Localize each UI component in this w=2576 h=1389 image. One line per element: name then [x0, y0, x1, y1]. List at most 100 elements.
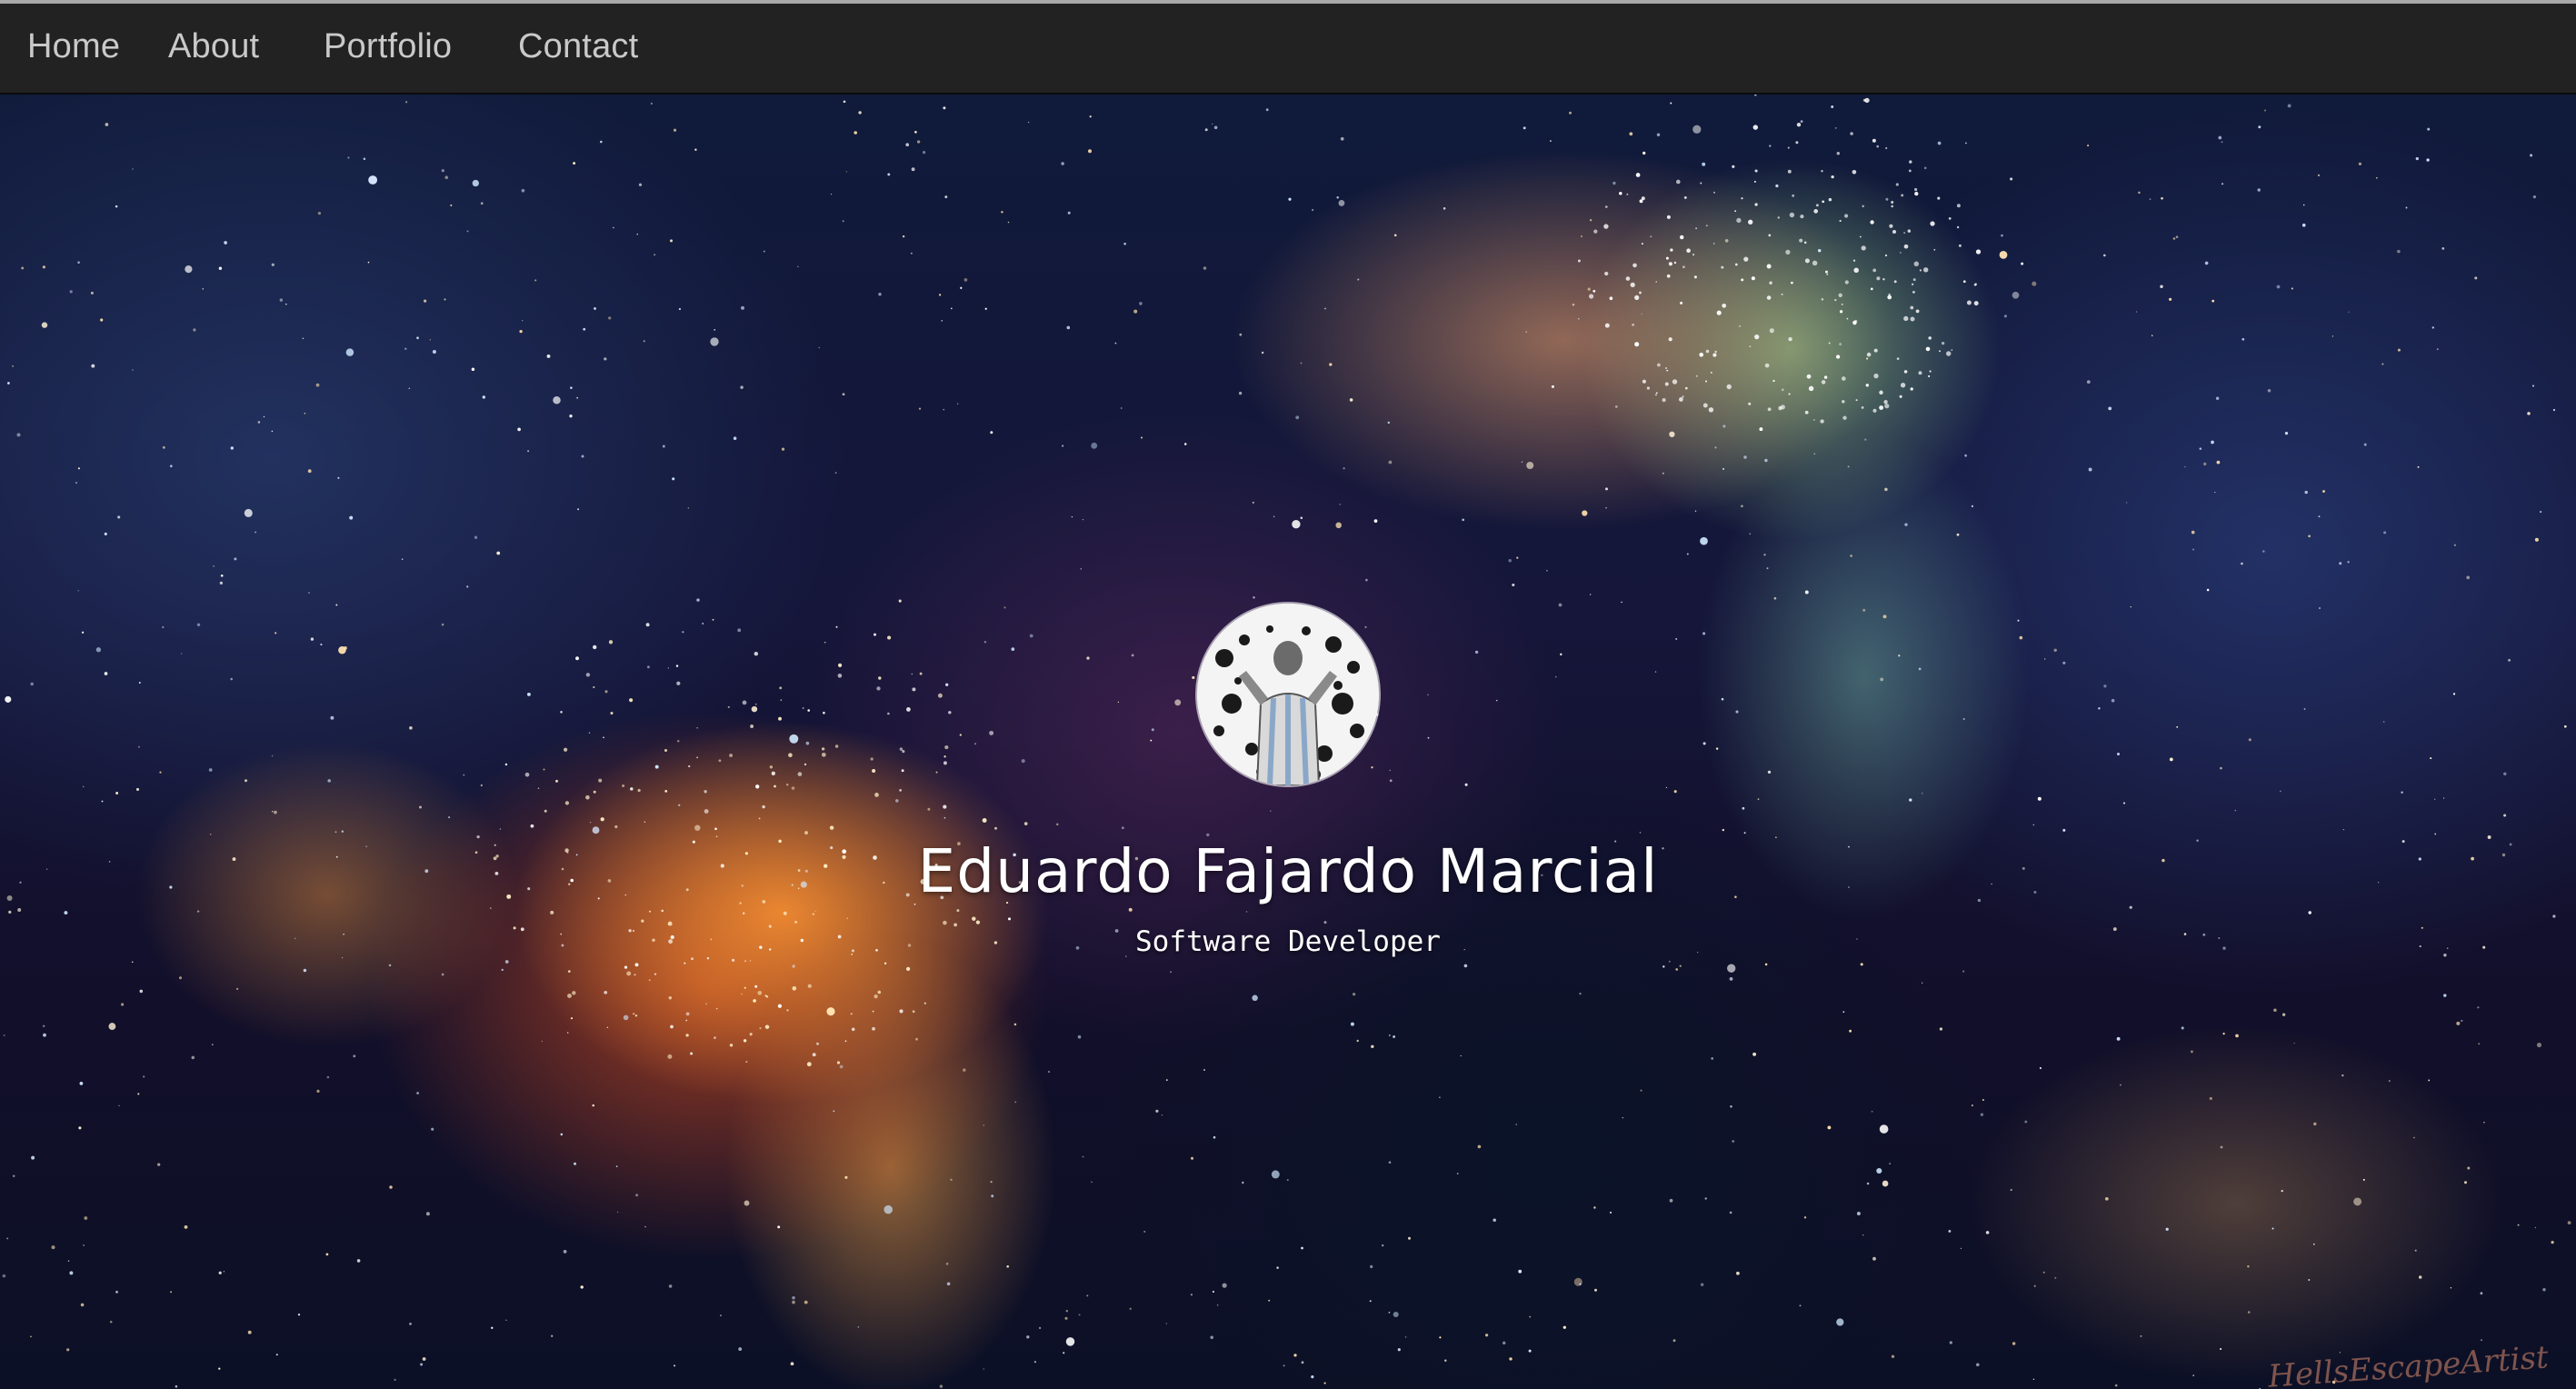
- star: [1873, 348, 1878, 353]
- star: [777, 1225, 781, 1229]
- star: [777, 1004, 783, 1008]
- star: [644, 1225, 646, 1228]
- star: [1364, 625, 1367, 628]
- star: [570, 386, 573, 389]
- star: [1128, 907, 1133, 912]
- star: [1174, 699, 1182, 706]
- star: [744, 960, 747, 963]
- star: [654, 973, 657, 975]
- star: [1912, 291, 1915, 294]
- star: [786, 1009, 789, 1012]
- star: [1640, 1089, 1642, 1092]
- star: [1842, 1011, 1845, 1014]
- star: [2304, 490, 2308, 495]
- star: [622, 784, 625, 787]
- star: [43, 1024, 45, 1027]
- star: [682, 631, 684, 634]
- star: [1408, 1236, 1411, 1240]
- star: [1700, 1283, 1704, 1286]
- star: [948, 711, 952, 714]
- star: [720, 1314, 722, 1316]
- star: [1872, 268, 1877, 273]
- star: [755, 784, 760, 789]
- star: [1088, 149, 1092, 154]
- star: [1672, 1339, 1676, 1343]
- star: [626, 971, 632, 976]
- star: [1388, 1161, 1392, 1164]
- star: [1369, 1300, 1372, 1303]
- star: [1800, 120, 1803, 123]
- star: [563, 747, 568, 752]
- star: [90, 291, 94, 295]
- star: [1529, 1315, 1532, 1318]
- star: [1463, 964, 1468, 968]
- star: [1657, 363, 1661, 367]
- star: [634, 1014, 638, 1017]
- star: [1903, 232, 1905, 234]
- star: [816, 1042, 819, 1045]
- star: [983, 1368, 984, 1370]
- star: [170, 1291, 173, 1294]
- star: [749, 960, 752, 962]
- star: [1866, 357, 1869, 360]
- star: [159, 771, 162, 774]
- star: [1985, 1231, 1990, 1234]
- star: [738, 1347, 743, 1352]
- star: [2012, 291, 2020, 299]
- star: [1700, 536, 1708, 545]
- star: [1749, 533, 1751, 535]
- star: [1900, 252, 1902, 254]
- star: [1910, 305, 1914, 310]
- star: [2039, 1066, 2042, 1070]
- star: [731, 958, 735, 962]
- star: [223, 1271, 225, 1273]
- star: [2542, 1287, 2546, 1292]
- star: [1937, 196, 1941, 200]
- star: [17, 908, 22, 912]
- star: [1912, 278, 1916, 282]
- star: [1773, 596, 1777, 600]
- star: [702, 623, 704, 625]
- nav-home-link[interactable]: Home: [27, 27, 120, 66]
- star: [2348, 311, 2350, 313]
- star: [1759, 427, 1763, 432]
- star: [804, 763, 807, 766]
- star: [1603, 224, 1609, 229]
- star: [637, 788, 641, 793]
- star: [950, 307, 953, 310]
- star: [2567, 1221, 2571, 1225]
- star: [786, 784, 789, 786]
- star: [132, 168, 134, 170]
- star: [363, 157, 366, 160]
- star: [1665, 367, 1667, 369]
- star: [1777, 216, 1781, 219]
- star: [472, 179, 479, 187]
- star: [1699, 353, 1703, 357]
- star: [1551, 385, 1554, 388]
- star: [1662, 472, 1664, 475]
- star: [878, 292, 882, 296]
- star: [444, 298, 446, 301]
- star: [715, 1007, 718, 1010]
- star: [1027, 121, 1030, 124]
- star: [1960, 1247, 1962, 1250]
- star: [1589, 294, 1594, 299]
- star: [1632, 263, 1637, 268]
- star: [388, 964, 392, 967]
- star: [733, 436, 737, 440]
- star: [1928, 336, 1932, 340]
- star: [912, 687, 916, 692]
- nav-portfolio-link[interactable]: Portfolio: [324, 27, 452, 66]
- star: [2087, 145, 2090, 147]
- star: [1672, 379, 1678, 385]
- nav-about-link[interactable]: About: [168, 27, 259, 66]
- star: [742, 912, 745, 914]
- star: [1675, 637, 1678, 640]
- star: [2308, 535, 2311, 538]
- star: [1726, 384, 1732, 390]
- nav-contact-link[interactable]: Contact: [518, 27, 638, 66]
- star: [12, 365, 14, 367]
- star: [944, 745, 949, 750]
- star: [1680, 301, 1683, 305]
- star: [441, 169, 444, 173]
